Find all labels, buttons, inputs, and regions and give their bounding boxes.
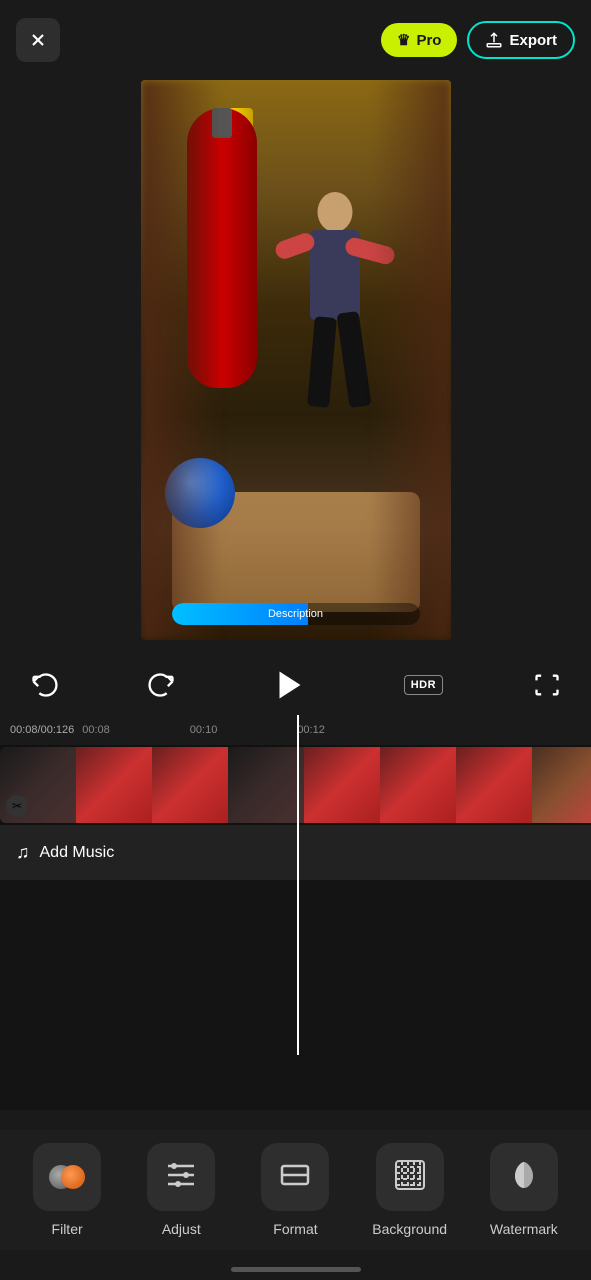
export-button[interactable]: Export xyxy=(467,21,575,59)
scissors-icon: ✂ xyxy=(6,795,28,817)
watermark-icon-wrap xyxy=(490,1143,558,1211)
video-preview: Description xyxy=(141,80,451,640)
blur-right xyxy=(371,80,451,640)
pro-button[interactable]: ♛ Pro xyxy=(381,23,457,57)
close-button[interactable] xyxy=(16,18,60,62)
video-background: Description xyxy=(141,80,451,640)
bottom-toolbar: Filter Adjust xyxy=(0,1130,591,1250)
filter-icon xyxy=(49,1159,85,1195)
video-description-bar: Description xyxy=(172,603,420,625)
header: ♛ Pro Export xyxy=(0,0,591,80)
clip-thumb-8 xyxy=(532,747,591,823)
watermark-icon xyxy=(507,1158,541,1197)
filter-label: Filter xyxy=(52,1221,83,1237)
watermark-tool[interactable]: Watermark xyxy=(474,1143,574,1237)
description-text: Description xyxy=(268,608,323,620)
undo-button[interactable] xyxy=(30,671,58,699)
format-tool[interactable]: Format xyxy=(245,1143,345,1237)
person-head xyxy=(317,192,352,232)
filter-icon-wrap xyxy=(33,1143,101,1211)
export-label: Export xyxy=(509,32,557,49)
adjust-icon-wrap xyxy=(147,1143,215,1211)
timeline-ticks: 00:08 00:10 00:12 xyxy=(82,724,591,736)
add-music-label: Add Music xyxy=(40,844,115,862)
header-right: ♛ Pro Export xyxy=(381,21,575,59)
add-music-row[interactable]: ♫ Add Music xyxy=(0,825,591,880)
controls-bar: HDR xyxy=(0,655,591,715)
home-indicator xyxy=(231,1267,361,1272)
clip-thumb-5 xyxy=(304,747,380,823)
fullscreen-button[interactable] xyxy=(533,671,561,699)
adjust-icon xyxy=(164,1158,198,1197)
clip-thumb-7 xyxy=(456,747,532,823)
format-icon-wrap xyxy=(261,1143,329,1211)
format-icon xyxy=(278,1158,312,1197)
hdr-badge: HDR xyxy=(404,675,443,695)
clip-thumb-6 xyxy=(380,747,456,823)
watermark-label: Watermark xyxy=(490,1221,558,1237)
clip-strip: ✂ + Endi... xyxy=(0,745,591,825)
current-time: 00:08/00:126 xyxy=(10,724,74,736)
crown-icon: ♛ xyxy=(397,31,410,49)
filter-tool[interactable]: Filter xyxy=(17,1143,117,1237)
background-tool[interactable]: Background xyxy=(360,1143,460,1237)
timeline-ruler: 00:08/00:126 00:08 00:10 00:12 xyxy=(0,715,591,745)
music-icon: ♫ xyxy=(16,842,30,863)
adjust-label: Adjust xyxy=(162,1221,201,1237)
pro-label: Pro xyxy=(416,32,441,49)
background-label: Background xyxy=(372,1221,447,1237)
play-button[interactable] xyxy=(266,661,314,709)
background-icon xyxy=(393,1158,427,1197)
person-leg-right xyxy=(336,311,371,408)
tick-1: 00:08 xyxy=(82,724,110,736)
adjust-tool[interactable]: Adjust xyxy=(131,1143,231,1237)
timeline-playhead xyxy=(297,715,299,1055)
blur-left xyxy=(141,80,221,640)
video-scene: Description xyxy=(141,80,451,640)
redo-button[interactable] xyxy=(148,671,176,699)
clip-thumb-3 xyxy=(152,747,228,823)
tick-3: 00:12 xyxy=(297,724,325,736)
clip-thumb-2 xyxy=(76,747,152,823)
filter-circle-2 xyxy=(61,1165,85,1189)
format-label: Format xyxy=(273,1221,317,1237)
clip-thumb-1: ✂ xyxy=(0,747,76,823)
tick-2: 00:10 xyxy=(190,724,218,736)
clip-thumb-4 xyxy=(228,747,304,823)
background-icon-wrap xyxy=(376,1143,444,1211)
person-leg-left xyxy=(307,316,337,408)
empty-area xyxy=(0,880,591,1110)
